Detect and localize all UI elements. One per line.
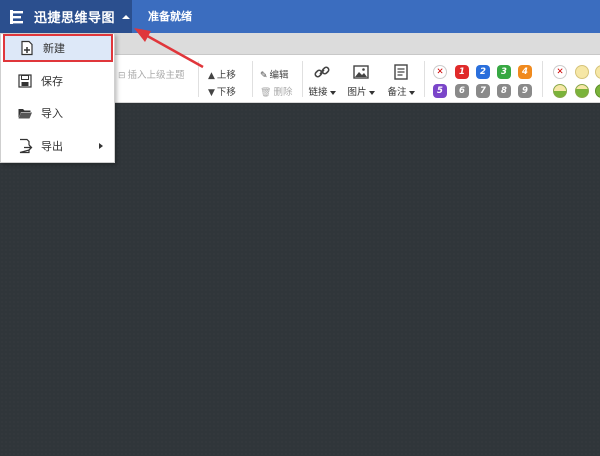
menu-item-label: 导入 bbox=[41, 107, 63, 120]
trash-icon: 🗑 bbox=[260, 88, 272, 98]
menu-item-export[interactable]: 导出 bbox=[3, 132, 113, 160]
app-title: 迅捷思维导图 bbox=[34, 11, 116, 26]
edit-label: 编辑 bbox=[269, 70, 289, 81]
divider bbox=[424, 61, 425, 97]
note-label: 备注 bbox=[387, 87, 407, 98]
image-label: 图片 bbox=[347, 87, 367, 98]
divider bbox=[252, 61, 253, 97]
move-down-label: 下移 bbox=[216, 87, 236, 98]
link-label: 链接 bbox=[308, 87, 328, 98]
priority-7-badge[interactable]: 7 bbox=[476, 84, 490, 98]
note-button[interactable]: 备注 bbox=[384, 63, 418, 98]
status-text: 准备就绪 bbox=[148, 10, 192, 23]
clear-progress-icon[interactable]: ✕ bbox=[553, 65, 567, 79]
menu-item-import[interactable]: 导入 bbox=[3, 99, 113, 127]
link-button[interactable]: 链接 bbox=[305, 63, 339, 98]
app-dropdown-menu: 新建 保存 导入 导出 bbox=[0, 33, 115, 163]
submenu-arrow-icon bbox=[99, 143, 103, 149]
progress-2-icon[interactable] bbox=[553, 84, 567, 98]
arrow-down-icon: ▼ bbox=[208, 88, 215, 98]
progress-0-icon[interactable] bbox=[575, 65, 589, 79]
title-bar: 迅捷思维导图 准备就绪 bbox=[0, 0, 600, 33]
image-button[interactable]: 图片 bbox=[344, 63, 378, 98]
menu-item-label: 保存 bbox=[41, 75, 63, 88]
priority-9-badge[interactable]: 9 bbox=[518, 84, 532, 98]
move-up-button[interactable]: ▲ 上移 bbox=[208, 67, 236, 81]
link-icon bbox=[314, 66, 330, 78]
dropdown-caret-icon bbox=[329, 90, 336, 95]
delete-button[interactable]: 🗑 删除 bbox=[260, 84, 292, 98]
edit-icon: ✎ bbox=[260, 71, 268, 81]
clear-priority-icon[interactable]: ✕ bbox=[433, 65, 447, 79]
arrow-up-icon: ▲ bbox=[208, 71, 215, 81]
priority-2-badge[interactable]: 2 bbox=[476, 65, 490, 79]
app-menu-button[interactable]: 迅捷思维导图 bbox=[0, 0, 132, 33]
insert-parent-label: 插入上级主题 bbox=[127, 70, 185, 81]
divider bbox=[542, 61, 543, 97]
menu-item-label: 导出 bbox=[41, 140, 63, 153]
priority-1-badge[interactable]: 1 bbox=[455, 65, 469, 79]
progress-1-icon[interactable] bbox=[595, 65, 600, 79]
divider bbox=[198, 61, 199, 97]
priority-6-badge[interactable]: 6 bbox=[455, 84, 469, 98]
dropdown-caret-icon bbox=[408, 90, 415, 95]
progress-3-icon[interactable] bbox=[575, 84, 589, 98]
delete-label: 删除 bbox=[273, 87, 293, 98]
divider bbox=[302, 61, 303, 97]
edit-button[interactable]: ✎ 编辑 bbox=[260, 67, 289, 81]
insert-parent-icon: ⊟ bbox=[118, 71, 126, 81]
priority-8-badge[interactable]: 8 bbox=[497, 84, 511, 98]
mindmap-logo-icon bbox=[10, 9, 23, 24]
priority-3-badge[interactable]: 3 bbox=[497, 65, 511, 79]
save-icon bbox=[18, 74, 32, 88]
dropdown-caret-icon bbox=[368, 90, 375, 95]
move-down-button[interactable]: ▼ 下移 bbox=[208, 84, 236, 98]
export-icon bbox=[19, 138, 33, 154]
caret-up-icon bbox=[122, 14, 131, 19]
progress-4-icon[interactable] bbox=[595, 84, 600, 98]
menu-item-label: 新建 bbox=[43, 42, 65, 55]
move-up-label: 上移 bbox=[216, 70, 236, 81]
note-icon bbox=[394, 64, 408, 80]
folder-open-icon bbox=[18, 109, 32, 119]
menu-item-new[interactable]: 新建 bbox=[3, 34, 113, 62]
image-icon bbox=[353, 65, 369, 79]
priority-5-badge[interactable]: 5 bbox=[433, 84, 447, 98]
menu-item-save[interactable]: 保存 bbox=[3, 67, 113, 95]
insert-parent-topic-button[interactable]: ⊟ 插入上级主题 bbox=[118, 67, 185, 81]
new-file-icon bbox=[21, 40, 33, 56]
priority-4-badge[interactable]: 4 bbox=[518, 65, 532, 79]
